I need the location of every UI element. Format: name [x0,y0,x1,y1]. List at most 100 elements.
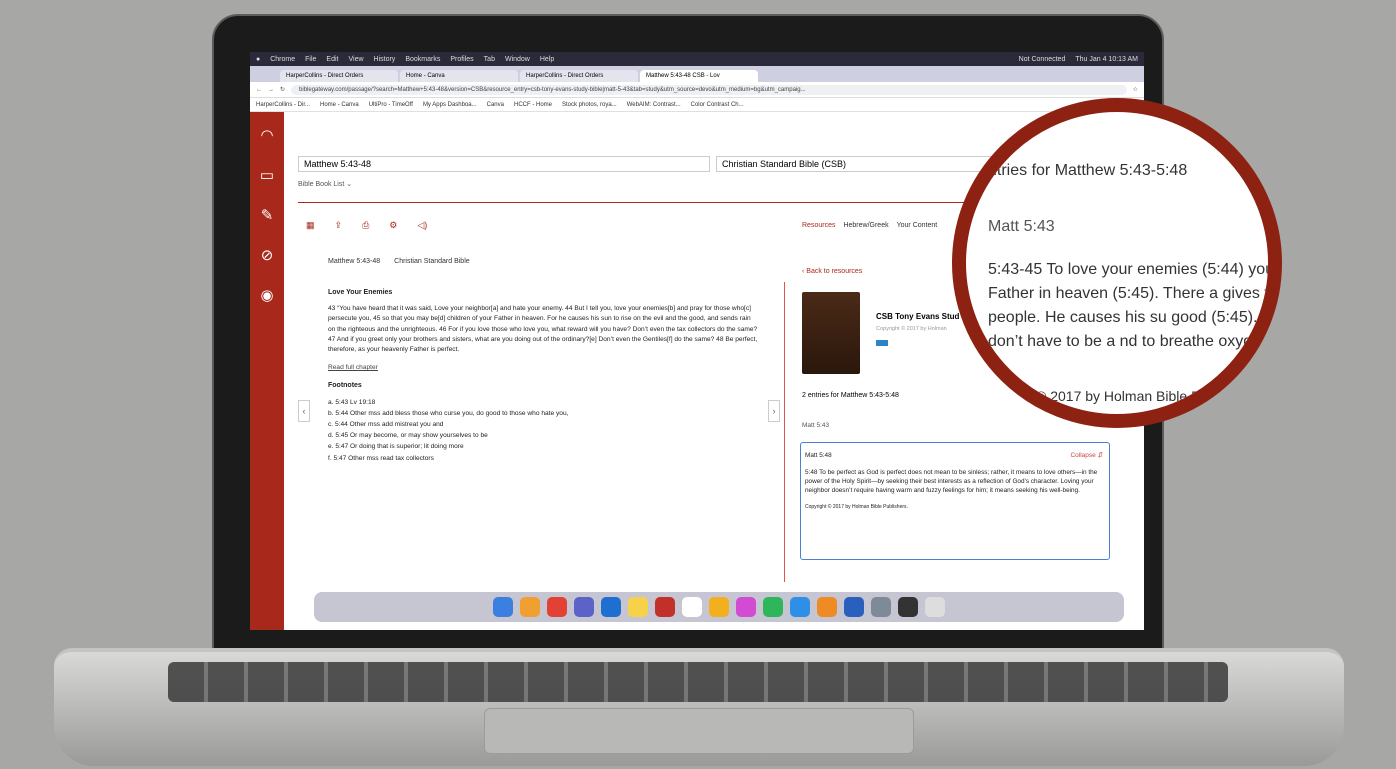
footnote[interactable]: b. 5:44 Other mss add bless those who cu… [328,409,758,419]
passage-search-input[interactable]: Matthew 5:43-48 [298,156,710,172]
magnified-entries: ntries for Matthew 5:43-5:48 [988,162,1188,179]
share-icon[interactable]: ⇪ [335,220,343,231]
launchpad-icon[interactable] [520,597,540,617]
chrome-icon[interactable] [547,597,567,617]
entry-card-matt-5-48: Matt 5:48 Collapse ⇵ 5:48 To be perfect … [800,442,1110,560]
magnified-matt: Matt 5:43 [988,218,1055,235]
finder-icon[interactable] [493,597,513,617]
footnotes-title: Footnotes [328,382,362,390]
menu-edit[interactable]: Edit [326,56,338,63]
left-rail: ◠ ▭ ✎ ⊘ ◉ [250,112,284,630]
teams-icon[interactable] [574,597,594,617]
address-bar-row: ← → ↻ biblegateway.com/passage/?search=M… [250,82,1144,98]
version-select[interactable]: Christian Standard Bible (CSB) [716,156,1006,172]
menu-view[interactable]: View [348,56,363,63]
entries-count: 2 entries for Matthew 5:43-5:48 [802,392,899,399]
passage-text: Love Your Enemies 43 “You have heard tha… [328,288,758,465]
tab-harpercollins[interactable]: HarperCollins - Direct Orders [280,70,398,82]
resource-tabs: Resources Hebrew/Greek Your Content [802,222,937,229]
tab-your-content[interactable]: Your Content [897,222,938,229]
bookmark-item[interactable]: HarperCollins - Dir... [256,102,310,108]
tab-canva[interactable]: Home - Canva [400,70,518,82]
bookmark-item[interactable]: WebAIM: Contrast... [627,102,681,108]
menu-history[interactable]: History [374,56,396,63]
explore-icon[interactable]: ⊘ [261,246,274,264]
print-icon[interactable]: ⎙ [362,220,369,231]
app-box-icon[interactable] [817,597,837,617]
tab-harpercollins-2[interactable]: HarperCollins - Direct Orders [520,70,638,82]
tab-resources[interactable]: Resources [802,222,835,229]
menu-bookmarks[interactable]: Bookmarks [405,56,440,63]
entry-matt-5-43[interactable]: Matt 5:43 [802,422,829,429]
bookmark-item[interactable]: UltiPro - TimeOff [369,102,413,108]
back-icon[interactable]: ← [256,87,262,93]
magnified-copyright: © 2017 by Holman Bible P [1036,388,1201,404]
menu-profiles[interactable]: Profiles [450,56,473,63]
footnote[interactable]: c. 5:44 Other mss add mistreat you and [328,420,758,430]
bible-book-list[interactable]: Bible Book List ⌄ [298,180,352,188]
bookmark-item[interactable]: Color Contrast Ch... [691,102,744,108]
menu-tab[interactable]: Tab [484,56,495,63]
back-to-resources-link[interactable]: ‹ Back to resources [802,268,862,275]
clock: Thu Jan 4 10:13 AM [1075,55,1138,63]
collapse-button[interactable]: Collapse ⇵ [1070,451,1103,460]
system-settings-icon[interactable] [871,597,891,617]
magnified-note: 5:43-45 To love your enemies (5:44) your… [988,261,1282,350]
trash-icon[interactable] [925,597,945,617]
acrobat-icon[interactable] [655,597,675,617]
tab-hebrew-greek[interactable]: Hebrew/Greek [843,222,888,229]
account-icon[interactable]: ◉ [260,286,273,304]
menu-window[interactable]: Window [505,56,530,63]
notes-icon[interactable] [628,597,648,617]
book-cover-image [802,292,860,374]
magnifier-callout: ntries for Matthew 5:43-5:48 Matt 5:43 5… [952,98,1282,428]
network-status[interactable]: Not Connected [1019,56,1066,63]
tab-matthew[interactable]: Matthew 5:43-48 CSB - Lov [640,70,758,82]
bookmark-item[interactable]: Home - Canva [320,102,359,108]
entry-title: Matt 5:48 [805,452,832,459]
passage-header: Matthew 5:43-48 Christian Standard Bible [328,258,470,265]
footnote[interactable]: d. 5:45 Or may become, or may show yours… [328,431,758,441]
resource-title[interactable]: CSB Tony Evans Stud [876,312,959,321]
resource-copyright: Copyright © 2017 by Holman [876,326,947,332]
onedrive-icon[interactable] [790,597,810,617]
app-u-icon[interactable] [709,597,729,617]
screenshot-icon[interactable] [898,597,918,617]
bookmark-item[interactable]: HCCF - Home [514,102,552,108]
url-field[interactable]: biblegateway.com/passage/?search=Matthew… [291,84,1127,95]
passage-version[interactable]: Christian Standard Bible [394,258,470,265]
macos-dock [314,592,1124,622]
audio-icon[interactable]: ◁) [417,220,427,231]
footnote[interactable]: f. 5:47 Other mss read tax collectors [328,454,758,464]
word-icon[interactable] [844,597,864,617]
trackpad [484,708,914,754]
spotify-icon[interactable] [763,597,783,617]
passage-reference[interactable]: Matthew 5:43-48 [328,258,380,265]
menu-chrome[interactable]: Chrome [270,56,295,63]
settings-icon[interactable]: ⚙ [389,220,397,231]
logo-icon[interactable]: ◠ [260,126,273,144]
macos-menubar: ● Chrome File Edit View History Bookmark… [250,52,1144,66]
next-chapter-button[interactable]: › [768,400,780,422]
star-icon[interactable]: ☆ [1133,86,1138,93]
bookmark-item[interactable]: My Apps Dashboa... [423,102,477,108]
read-full-chapter-link[interactable]: Read full chapter [328,363,758,373]
bookmark-item[interactable]: Canva [487,102,504,108]
outlook-icon[interactable] [601,597,621,617]
parallel-icon[interactable]: ▦ [306,220,315,231]
bookmark-item[interactable]: Stock photos, roya... [562,102,617,108]
calendar-icon[interactable] [682,597,702,617]
reload-icon[interactable]: ↻ [280,86,285,93]
plan-icon[interactable]: ✎ [261,206,274,224]
menu-file[interactable]: File [305,56,316,63]
creative-cloud-icon[interactable] [736,597,756,617]
footnote[interactable]: e. 5:47 Or doing that is superior; lit d… [328,442,758,452]
entry-note: 5:48 To be perfect as God is perfect doe… [805,469,1098,494]
menu-help[interactable]: Help [540,56,554,63]
footnotes-list: a. 5:43 Lv 19:18 b. 5:44 Other mss add b… [328,398,758,464]
apple-icon[interactable]: ● [256,56,260,63]
reader-icon[interactable]: ▭ [260,166,274,184]
footnote[interactable]: a. 5:43 Lv 19:18 [328,398,758,408]
prev-chapter-button[interactable]: ‹ [298,400,310,422]
forward-icon[interactable]: → [268,87,274,93]
